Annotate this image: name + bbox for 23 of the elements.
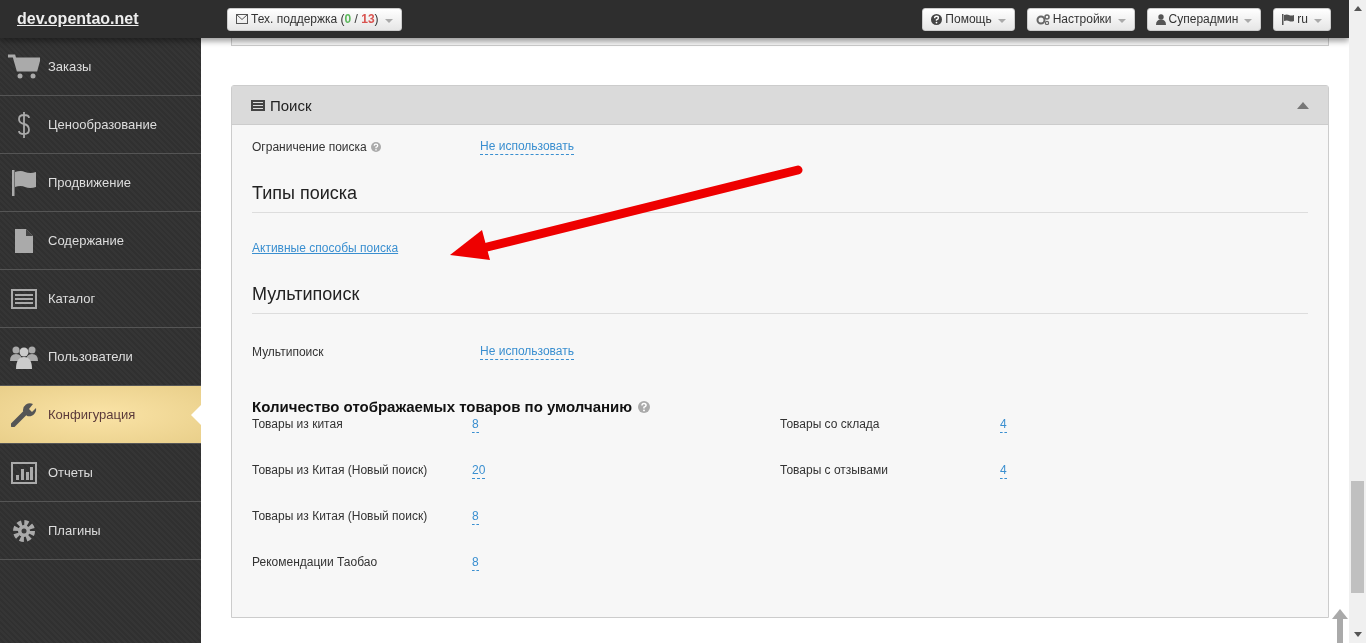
site-title-link[interactable]: dev.opentao.net xyxy=(17,10,215,28)
field-label: Рекомендации Таобао xyxy=(252,555,379,569)
menu-button[interactable]: ru xyxy=(1273,7,1331,31)
panel-header[interactable]: Поиск xyxy=(232,86,1328,125)
field-label: Товары со склада xyxy=(780,417,881,431)
section-heading: Мультипоиск xyxy=(252,284,361,305)
section-heading: Типы поиска xyxy=(252,183,359,204)
field-label: Товары с отзывами xyxy=(780,463,889,477)
field-label: Товары из Китая (Новый поиск) xyxy=(252,509,429,523)
menu-button[interactable]: Настройки xyxy=(1026,7,1135,31)
sidebar-item[interactable]: Конфигурация xyxy=(0,386,201,444)
field-label: Ограничение поиска xyxy=(252,140,367,154)
support-button[interactable]: Тех. поддержка (0 / 13) xyxy=(227,7,402,31)
sidebar-item[interactable]: Содержание xyxy=(0,212,201,270)
sidebar-item[interactable]: Заказы xyxy=(0,38,201,96)
menu-button[interactable]: Помощь xyxy=(922,7,1015,31)
field-label: Товары из китая xyxy=(252,417,344,431)
sidebar-item[interactable]: Продвижение xyxy=(0,154,201,212)
menu-button[interactable]: Суперадмин xyxy=(1146,7,1262,31)
field-label: Мультипоиск xyxy=(252,345,324,359)
section-heading: Количество отображаемых товаров по умолчанию xyxy=(252,398,633,415)
panel-title: Поиск xyxy=(270,96,312,114)
field-label: Товары из Китая (Новый поиск) xyxy=(252,463,429,477)
